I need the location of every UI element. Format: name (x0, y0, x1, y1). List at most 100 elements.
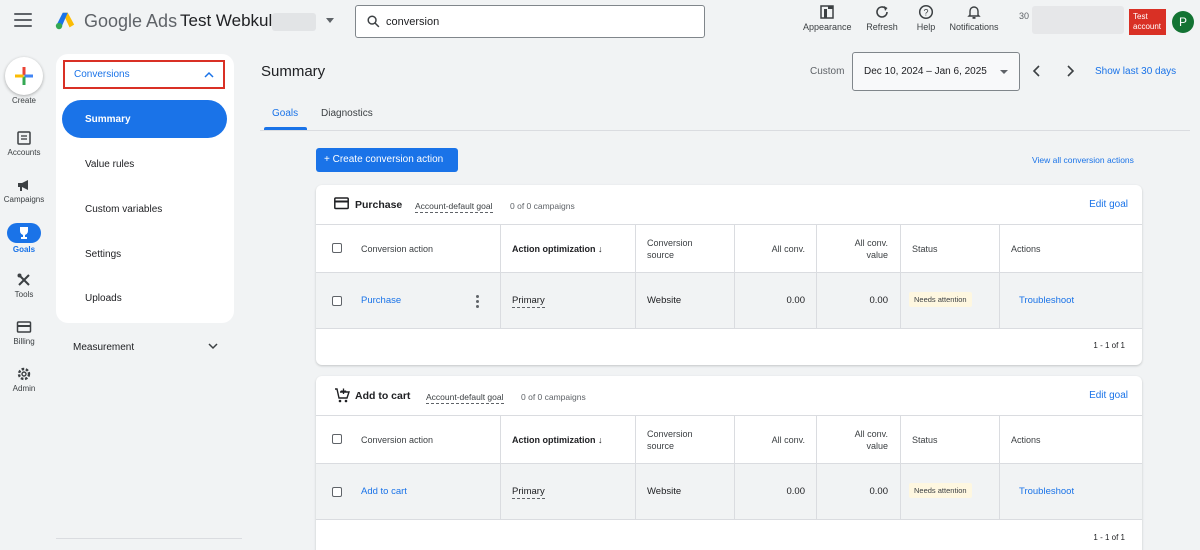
refresh-icon (876, 6, 888, 18)
column-actions: Actions (1011, 244, 1041, 254)
column-divider (999, 464, 1000, 519)
nav-item-custom-variables[interactable]: Custom variables (62, 190, 227, 228)
rail-item-tools[interactable]: Tools (0, 272, 48, 299)
appearance-label: Appearance (803, 22, 852, 32)
column-divider (635, 225, 636, 272)
column-divider (635, 273, 636, 328)
menu-icon[interactable] (14, 13, 32, 27)
previous-period-icon[interactable] (1032, 64, 1042, 78)
help-icon: ? (918, 4, 934, 20)
credit-card-icon (16, 321, 32, 333)
column-status[interactable]: Status (912, 243, 938, 255)
nav-item-settings[interactable]: Settings (62, 235, 227, 273)
sort-arrow-icon: ↓ (598, 435, 603, 445)
rail-item-campaigns[interactable]: Campaigns (0, 177, 48, 204)
conversion-action-link[interactable]: Purchase (361, 295, 401, 306)
create-button[interactable] (5, 57, 43, 95)
measurement-label: Measurement (73, 342, 135, 353)
nav-divider (56, 538, 242, 539)
view-all-conversion-actions-link[interactable]: View all conversion actions (1032, 155, 1134, 165)
column-all-conv[interactable]: All conv. (734, 434, 805, 446)
rail-item-accounts[interactable]: Accounts (0, 130, 48, 157)
select-all-checkbox[interactable] (332, 243, 342, 253)
date-range-picker[interactable]: Dec 10, 2024 – Jan 6, 2025 (852, 52, 1020, 91)
next-period-icon[interactable] (1065, 64, 1075, 78)
more-vert-icon[interactable] (476, 295, 479, 310)
help-label: Help (916, 22, 936, 32)
troubleshoot-link[interactable]: Troubleshoot (1019, 486, 1074, 497)
column-action-optimization[interactable]: Action optimization ↓ (512, 434, 603, 446)
nav-item-value-rules[interactable]: Value rules (62, 145, 227, 183)
column-source-line1: Conversion (647, 429, 693, 439)
account-caret-icon[interactable] (326, 18, 334, 23)
test-account-badge: Test account (1129, 9, 1166, 35)
column-source-line1: Conversion (647, 238, 693, 248)
column-divider (999, 416, 1000, 463)
megaphone-icon (18, 180, 28, 191)
status-badge: Needs attention (909, 483, 972, 498)
measurement-section-toggle[interactable]: Measurement (73, 342, 218, 353)
column-conversion-source[interactable]: Conversion source (647, 237, 693, 261)
column-divider (900, 273, 901, 328)
create-conversion-action-button[interactable]: + Create conversion action (316, 148, 458, 172)
column-action-optimization[interactable]: Action optimization ↓ (512, 243, 603, 255)
notifications-button[interactable]: Notifications (946, 4, 1002, 32)
refresh-button[interactable]: Refresh (864, 4, 900, 32)
rail-item-billing[interactable]: Billing (0, 319, 48, 346)
column-all-conv-value[interactable]: All conv. value (816, 237, 888, 261)
goal-tag[interactable]: Account-default goal (426, 392, 504, 404)
troubleshoot-link[interactable]: Troubleshoot (1019, 295, 1074, 306)
column-divider (900, 464, 901, 519)
goal-card-add-to-cart: Add to cart Account-default goal 0 of 0 … (316, 376, 1142, 550)
goal-card-header: Purchase Account-default goal 0 of 0 cam… (316, 185, 1142, 225)
all-conv-value: 0.00 (786, 486, 806, 497)
status-badge: Needs attention (909, 292, 972, 307)
rail-item-admin[interactable]: Admin (0, 366, 48, 393)
column-conversion-action[interactable]: Conversion action (361, 243, 433, 255)
avatar[interactable]: P (1172, 11, 1194, 33)
nav-item-uploads[interactable]: Uploads (62, 279, 227, 317)
select-all-checkbox[interactable] (332, 434, 342, 444)
help-button[interactable]: ? Help (913, 4, 939, 32)
action-optimization-value[interactable]: Primary (512, 486, 545, 499)
accounts-icon (17, 131, 31, 145)
column-all-conv-value[interactable]: All conv. value (816, 428, 888, 452)
customer-id: 30 (1019, 11, 1030, 21)
column-divider (635, 416, 636, 463)
row-checkbox[interactable] (332, 487, 342, 497)
rail-label-accounts: Accounts (7, 148, 41, 157)
tab-goals[interactable]: Goals (272, 108, 298, 119)
conversions-section-toggle[interactable]: Conversions (63, 60, 225, 89)
all-conv-value-value: 0.00 (869, 486, 889, 497)
action-optimization-value[interactable]: Primary (512, 295, 545, 308)
plus-icon (15, 67, 33, 85)
column-source-line2: source (647, 441, 675, 451)
conversion-action-link[interactable]: Add to cart (361, 486, 407, 497)
rail-item-goals[interactable]: Goals (0, 223, 48, 254)
search-input[interactable] (386, 13, 686, 31)
column-all-conv[interactable]: All conv. (734, 243, 805, 255)
account-id-redacted (272, 13, 316, 31)
conversion-source-value: Website (647, 295, 682, 306)
appearance-button[interactable]: Appearance (803, 4, 852, 32)
column-divider (500, 225, 501, 272)
account-name[interactable]: Test Webkul (180, 11, 272, 31)
date-range-value: Dec 10, 2024 – Jan 6, 2025 (864, 66, 987, 77)
search-box[interactable] (355, 5, 705, 38)
column-value-line1: All conv. (854, 238, 888, 248)
nav-item-summary[interactable]: Summary (62, 100, 227, 138)
goal-tag[interactable]: Account-default goal (415, 201, 493, 213)
show-last-30-days-link[interactable]: Show last 30 days (1095, 66, 1176, 77)
edit-goal-link[interactable]: Edit goal (1089, 199, 1128, 210)
column-divider (635, 464, 636, 519)
tab-diagnostics[interactable]: Diagnostics (321, 108, 373, 119)
goal-card-purchase: Purchase Account-default goal 0 of 0 cam… (316, 185, 1142, 365)
notifications-label: Notifications (949, 22, 999, 32)
column-value-line2: value (866, 441, 888, 451)
column-status[interactable]: Status (912, 434, 938, 446)
edit-goal-link[interactable]: Edit goal (1089, 390, 1128, 401)
row-checkbox[interactable] (332, 296, 342, 306)
credit-card-icon (334, 197, 349, 210)
column-conversion-action[interactable]: Conversion action (361, 434, 433, 446)
column-conversion-source[interactable]: Conversion source (647, 428, 693, 452)
